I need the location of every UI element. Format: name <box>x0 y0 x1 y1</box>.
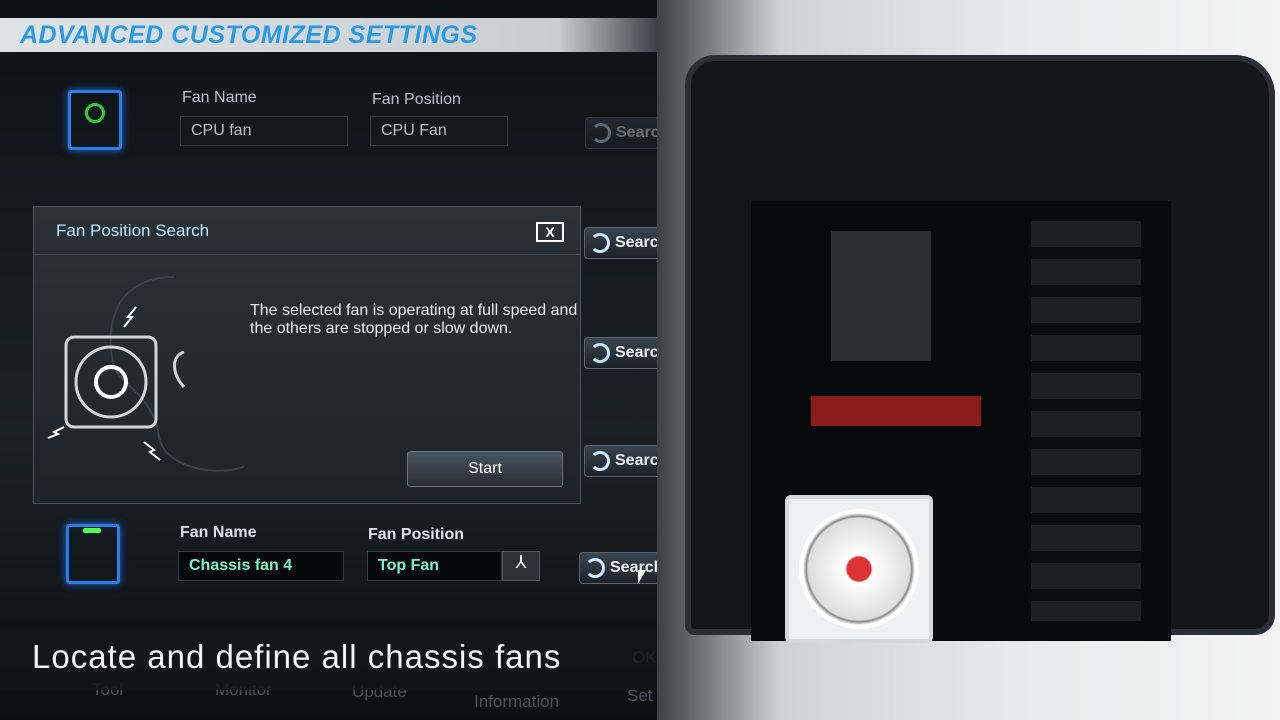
search-label: Search <box>616 124 657 141</box>
search-icon <box>590 343 610 363</box>
banner-title: ADVANCED CUSTOMIZED SETTINGS <box>20 21 478 49</box>
fan-position-search-dialog: Fan Position Search X The selected fan i… <box>33 206 581 504</box>
close-button[interactable]: X <box>536 222 564 242</box>
pc-case <box>685 55 1275 641</box>
search-icon <box>590 451 610 471</box>
search-button[interactable]: Search <box>584 445 657 477</box>
search-button[interactable]: Search <box>584 227 657 259</box>
fan-position-select[interactable]: CPU Fan <box>370 116 508 146</box>
fan-name-label: Fan Name <box>180 524 257 541</box>
fan-name-input[interactable]: Chassis fan 4 <box>178 551 344 581</box>
mouse-cursor-icon <box>638 570 646 584</box>
cpu-fan-case-icon <box>68 90 122 150</box>
fan-position-label: Fan Position <box>368 526 464 543</box>
software-screen: ADVANCED CUSTOMIZED SETTINGS Fan Name CP… <box>0 0 657 720</box>
search-label: Search <box>610 559 657 576</box>
search-label: Search <box>615 452 657 469</box>
fan-position-select[interactable]: Top Fan <box>367 551 502 581</box>
caption-text: Locate and define all chassis fans <box>32 638 562 675</box>
dialog-title: Fan Position Search <box>34 207 580 255</box>
chassis-fan-case-icon <box>66 524 120 584</box>
title-banner: ADVANCED CUSTOMIZED SETTINGS <box>0 18 657 52</box>
start-button[interactable]: Start <box>407 451 563 487</box>
fan-sound-illustration-icon <box>47 276 244 472</box>
search-button[interactable]: Search <box>584 337 657 369</box>
search-label: Search <box>615 234 657 251</box>
search-label: Search <box>615 344 657 361</box>
search-icon <box>591 123 611 143</box>
fan-name-input[interactable]: CPU fan <box>180 116 348 146</box>
nav-information[interactable]: Information <box>474 692 559 712</box>
case-fan <box>785 495 933 643</box>
pc-case-photo <box>657 0 1280 720</box>
fan-position-label: Fan Position <box>372 91 461 108</box>
fan-position-picker-icon[interactable]: ⅄ <box>502 551 540 581</box>
dialog-message: The selected fan is operating at full sp… <box>250 302 578 337</box>
search-icon <box>585 558 605 578</box>
search-button[interactable]: Search <box>585 117 657 149</box>
search-icon <box>590 233 610 253</box>
video-caption: Locate and define all chassis fans <box>0 628 657 690</box>
fan-name-label: Fan Name <box>182 89 257 106</box>
